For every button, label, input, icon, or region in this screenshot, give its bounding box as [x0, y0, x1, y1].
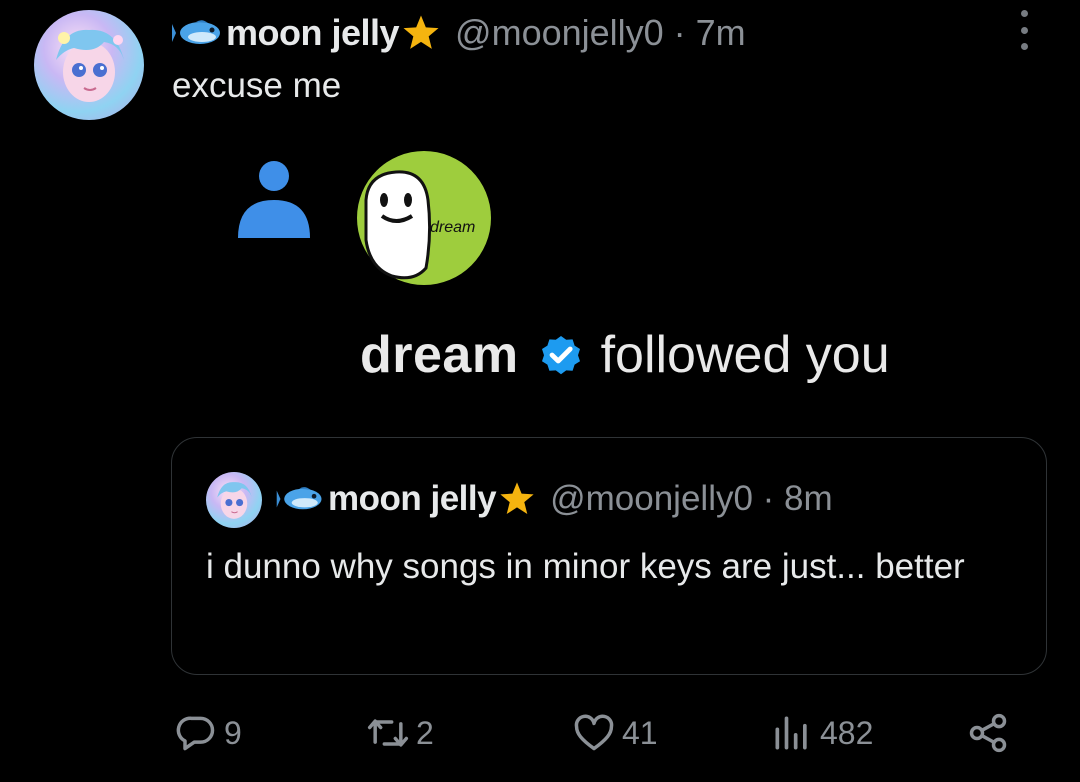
verified-badge-icon — [541, 336, 580, 375]
tweet-text: excuse me — [172, 66, 342, 105]
like-button[interactable]: 41 — [572, 705, 658, 761]
star-icon — [500, 482, 534, 515]
retweet-icon — [367, 719, 409, 747]
quoted-author-avatar — [206, 472, 262, 528]
author-handle[interactable]: @moonjelly0 · 7m — [455, 12, 746, 54]
dream-logo: dream — [356, 150, 492, 286]
like-count: 41 — [622, 714, 658, 751]
reply-icon — [176, 716, 215, 751]
fish-icon — [276, 487, 322, 510]
follow-notification: dream followed you — [360, 320, 890, 390]
author-name[interactable]: moon jelly — [226, 12, 400, 54]
quoted-tweet-text: i dunno why songs in minor keys are just… — [206, 547, 965, 586]
star-icon — [403, 15, 439, 49]
quoted-tweet-card[interactable]: moon jelly @moonjelly0 · 8m i dunno why … — [171, 437, 1047, 675]
views-chart-icon — [775, 716, 807, 750]
views-count: 482 — [820, 714, 874, 751]
reply-button[interactable]: 9 — [174, 705, 242, 761]
quoted-tweet-header: moon jelly @moonjelly0 · 8m — [276, 476, 833, 522]
follow-text: followed you — [600, 326, 890, 384]
dream-logo-label: dream — [430, 219, 475, 236]
views-button[interactable]: 482 — [770, 705, 873, 761]
retweet-button[interactable]: 2 — [366, 705, 434, 761]
author-avatar[interactable] — [34, 10, 144, 120]
share-icon — [969, 713, 1007, 753]
reply-count: 9 — [224, 714, 242, 751]
fish-icon — [172, 20, 220, 44]
quoted-author-handle: @moonjelly0 · 8m — [550, 479, 833, 518]
follower-name: dream — [360, 326, 519, 384]
heart-icon — [574, 714, 614, 751]
more-dots-icon[interactable] — [1012, 10, 1036, 50]
quoted-author-name: moon jelly — [328, 479, 497, 518]
tweet-view: moon jelly @moonjelly0 · 7m excuse me dr… — [0, 0, 1080, 782]
person-icon — [238, 161, 310, 238]
action-bar: 9 2 41 482 — [0, 705, 1080, 761]
retweet-count: 2 — [416, 714, 434, 751]
tweet-header: moon jelly @moonjelly0 · 7m — [172, 10, 746, 56]
share-button[interactable] — [966, 705, 1016, 761]
